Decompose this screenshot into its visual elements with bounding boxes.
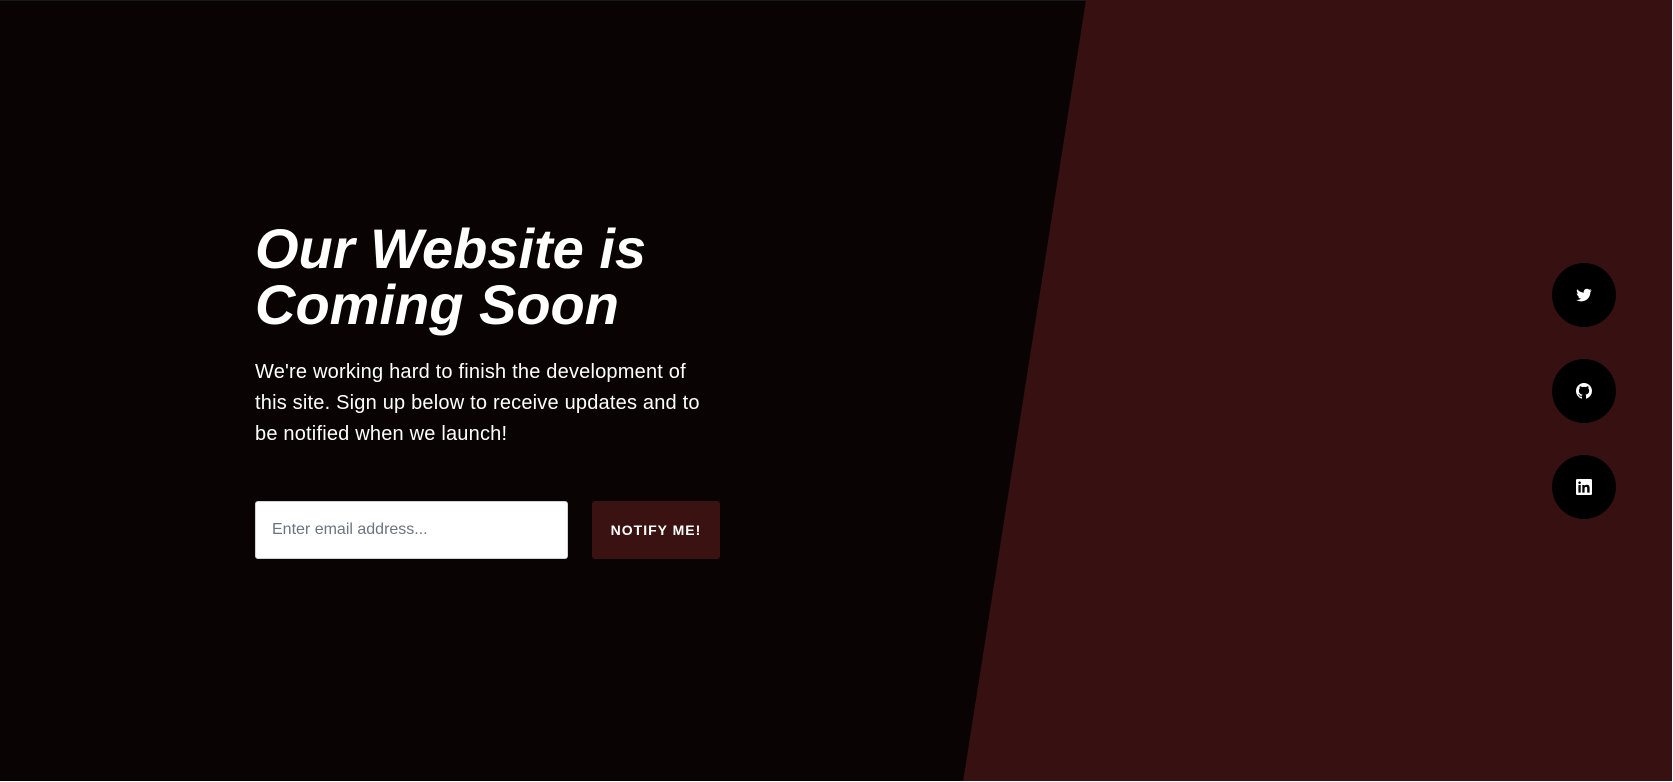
email-field[interactable] [255, 501, 568, 559]
notify-button[interactable]: NOTIFY ME! [592, 501, 720, 559]
page-title-line-2: Coming Soon [255, 273, 619, 336]
coming-soon-page: Our Website is Coming Soon We're working… [0, 0, 1673, 782]
hero-content: Our Website is Coming Soon We're working… [255, 221, 725, 450]
github-icon [1576, 383, 1592, 399]
lead-text: We're working hard to finish the develop… [255, 361, 700, 445]
linkedin-link[interactable] [1552, 455, 1616, 519]
twitter-link[interactable] [1552, 263, 1616, 327]
twitter-icon [1576, 288, 1592, 302]
page-title-line-1: Our Website is [255, 217, 647, 280]
social-links [1552, 263, 1616, 551]
github-link[interactable] [1552, 359, 1616, 423]
linkedin-icon [1576, 479, 1592, 495]
page-title: Our Website is Coming Soon [255, 221, 725, 333]
signup-form: NOTIFY ME! [255, 501, 720, 559]
